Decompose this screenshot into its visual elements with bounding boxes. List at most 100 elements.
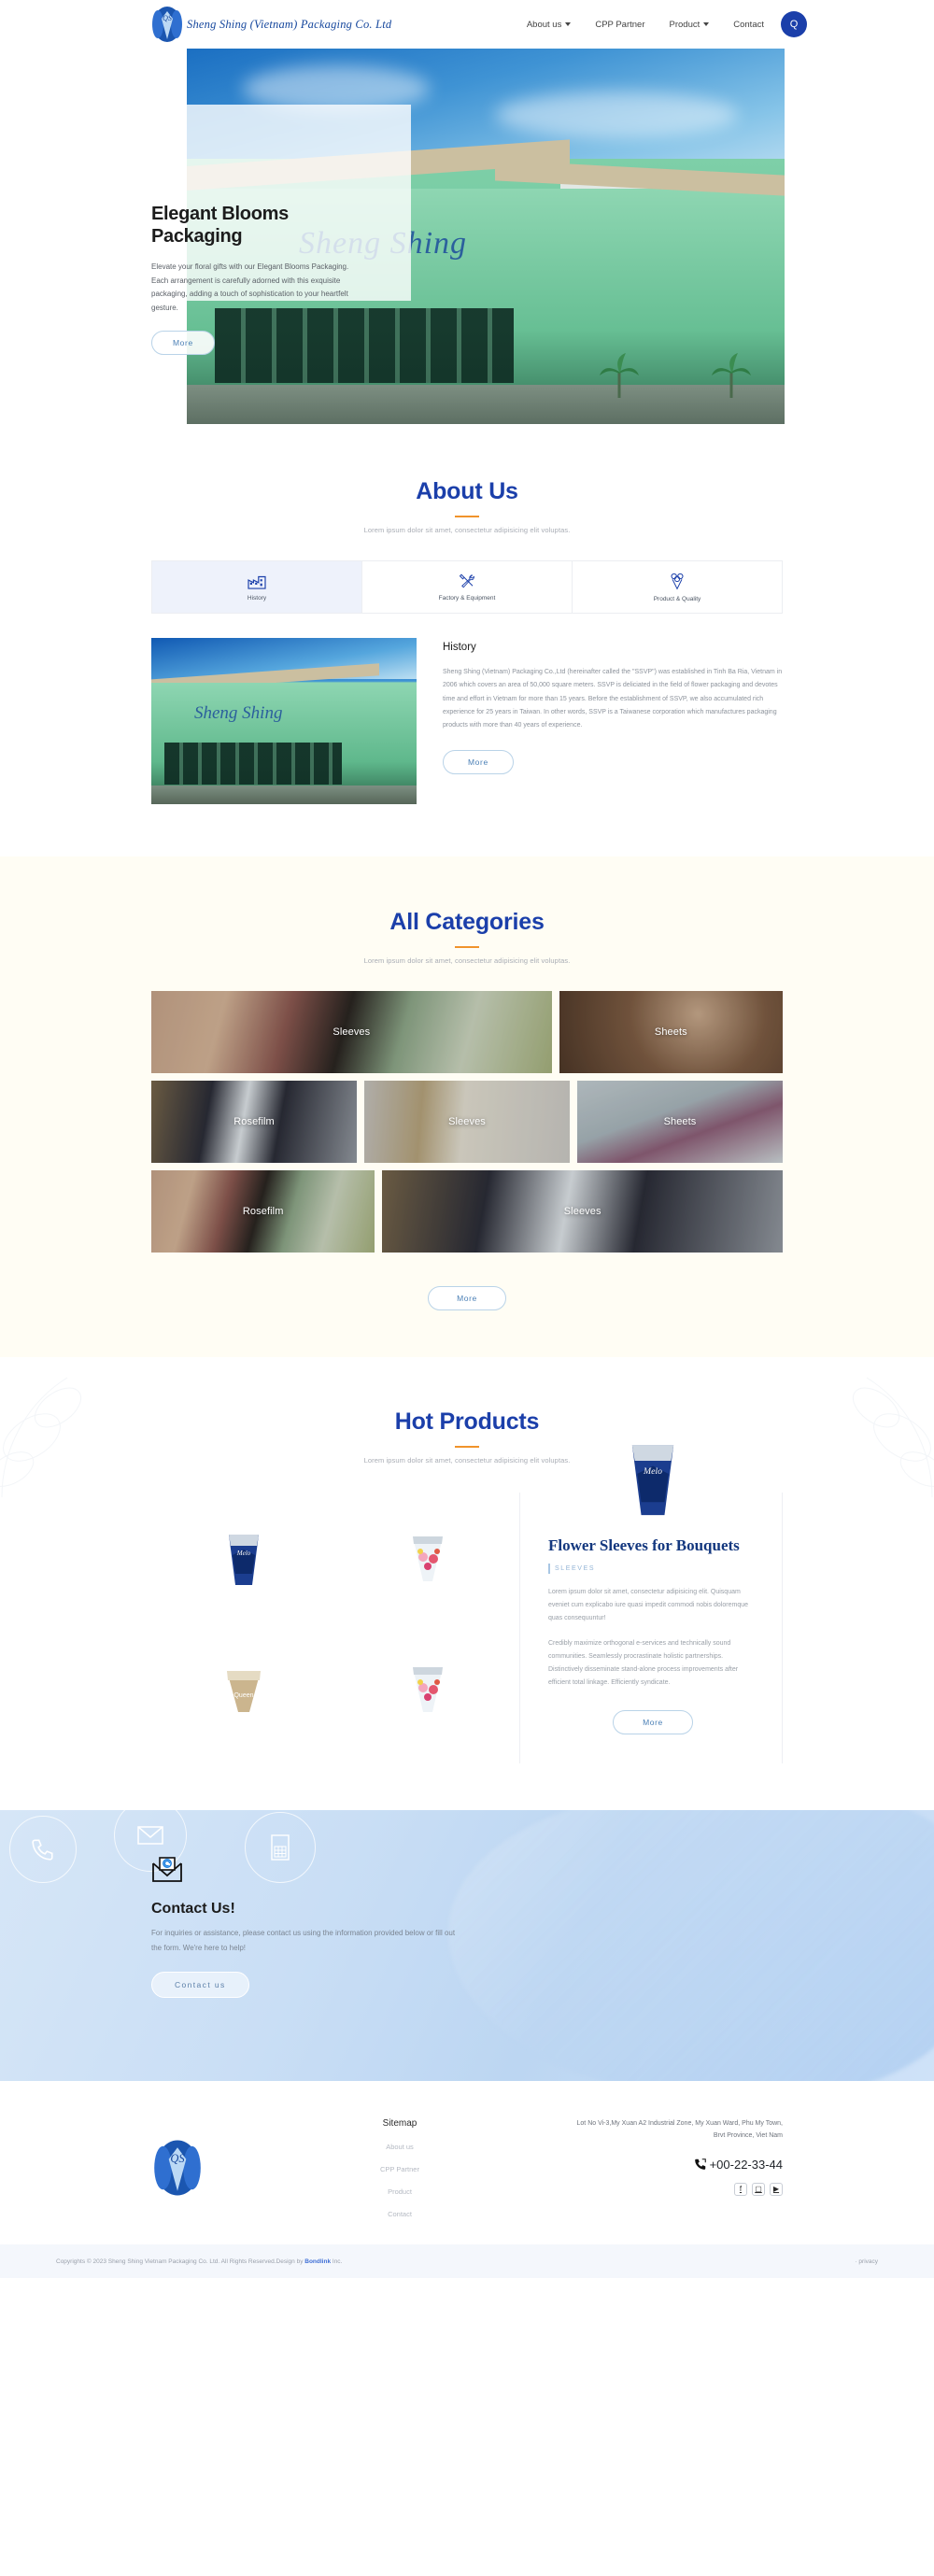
- hero-title-line-2: Packaging: [151, 226, 243, 248]
- product-thumbnail[interactable]: Queen: [219, 1658, 268, 1720]
- categories-section: All Categories Lorem ipsum dolor sit ame…: [0, 856, 934, 1357]
- product-category-tag: SLEEVES: [548, 1564, 757, 1574]
- brand-logo-link[interactable]: QS Sheng Shing (Vietnam) Packaging Co. L…: [151, 6, 391, 43]
- about-tabs: History Factory & Equipment Product & Qu…: [151, 560, 783, 614]
- nav-item-cpp-partner[interactable]: CPP Partner: [595, 20, 644, 30]
- product-paragraph-1: Lorem ipsum dolor sit amet, consectetur …: [548, 1588, 749, 1621]
- footer-social-links: f ▢ ▶: [568, 2182, 783, 2196]
- footer-link-contact[interactable]: Contact: [232, 2210, 568, 2218]
- nav-item-about-us[interactable]: About us: [527, 20, 572, 30]
- category-card[interactable]: Sleeves: [382, 1170, 783, 1253]
- page-root: QS Sheng Shing (Vietnam) Packaging Co. L…: [0, 0, 934, 2278]
- search-icon[interactable]: Q: [781, 11, 807, 37]
- product-hero-image: Melo: [619, 1435, 686, 1521]
- svg-text:Melo: Melo: [643, 1466, 662, 1477]
- category-label: Sheets: [663, 1116, 697, 1127]
- product-more-button[interactable]: More: [613, 1709, 693, 1734]
- hero-description: Elevate your floral gifts with our Elega…: [151, 262, 349, 313]
- nav-item-product[interactable]: Product: [670, 20, 710, 30]
- phone-icon: [32, 1839, 53, 1861]
- hot-product-detail: Melo Flower Sleeves for Bouquets SLEEVES…: [519, 1445, 783, 1763]
- hot-heading-group: Hot Products Lorem ipsum dolor sit amet,…: [0, 1408, 934, 1465]
- category-label: Rosefilm: [234, 1116, 275, 1127]
- hero-cloud: [495, 92, 738, 138]
- copyright-designer-link[interactable]: Bondlink: [304, 2258, 331, 2265]
- chevron-down-icon: [703, 22, 710, 26]
- copyright-suffix: Inc.: [331, 2258, 343, 2265]
- tab-factory-equipment[interactable]: Factory & Equipment: [362, 561, 573, 613]
- photo-windows: [164, 743, 342, 785]
- nav-item-label: Contact: [733, 19, 764, 30]
- youtube-icon[interactable]: ▶: [770, 2182, 783, 2196]
- contact-description: For inquiries or assistance, please cont…: [151, 1929, 456, 1952]
- contact-us-button[interactable]: Contact us: [151, 1972, 249, 1999]
- footer-link-about-us[interactable]: About us: [232, 2143, 568, 2151]
- hero-more-button[interactable]: More: [151, 330, 215, 355]
- categories-row: Sleeves Sheets: [151, 991, 783, 1073]
- tab-product-quality[interactable]: Product & Quality: [573, 561, 782, 613]
- hot-subtitle: Lorem ipsum dolor sit amet, consectetur …: [363, 1456, 571, 1465]
- category-card[interactable]: Rosefilm: [151, 1170, 375, 1253]
- category-card[interactable]: Rosefilm: [151, 1081, 357, 1163]
- footer-link-cpp-partner[interactable]: CPP Partner: [232, 2165, 568, 2173]
- facebook-icon[interactable]: f: [734, 2182, 747, 2196]
- footer-phone-number: +00-22-33-44: [709, 2157, 783, 2172]
- palm-tree-icon: [712, 353, 751, 398]
- category-label: Sleeves: [563, 1206, 601, 1217]
- hot-products-section: Hot Products Lorem ipsum dolor sit amet,…: [0, 1357, 934, 1810]
- phone-ring-decoration: [9, 1816, 77, 1883]
- about-subtitle: Lorem ipsum dolor sit amet, consectetur …: [363, 526, 571, 534]
- category-card[interactable]: Sheets: [559, 991, 783, 1073]
- envelope-at-icon: [152, 1857, 182, 1882]
- about-text-block: History Sheng Shing (Vietnam) Packaging …: [443, 638, 783, 774]
- svg-text:QS: QS: [163, 14, 172, 22]
- copyright-prefix: Copyrights © 2023 Sheng Shing Vietnam Pa…: [56, 2258, 305, 2265]
- title-underline: [455, 1446, 479, 1448]
- category-card[interactable]: Sleeves: [364, 1081, 570, 1163]
- copyright-text: Copyrights © 2023 Sheng Shing Vietnam Pa…: [56, 2258, 342, 2265]
- photo-sign-text: Sheng Shing: [194, 703, 283, 723]
- categories-more-button[interactable]: More: [428, 1286, 506, 1310]
- tools-icon: [459, 573, 474, 588]
- copyright-inner: Copyrights © 2023 Sheng Shing Vietnam Pa…: [56, 2258, 878, 2265]
- product-paragraph-2: Credibly maximize orthogonal e-services …: [548, 1639, 739, 1686]
- chevron-down-icon: [565, 22, 572, 26]
- about-panel-text: Sheng Shing (Vietnam) Packaging Co.,Ltd …: [443, 669, 783, 729]
- tab-history[interactable]: History: [152, 561, 362, 613]
- footer-contact-info: Lot No Vi-3,My Xuan A2 Industrial Zone, …: [568, 2118, 783, 2196]
- categories-row: Rosefilm Sleeves: [151, 1170, 783, 1253]
- instagram-icon[interactable]: ▢: [752, 2182, 765, 2196]
- categories-more-wrap: More: [0, 1271, 934, 1310]
- hot-products-thumbnails: Melo Queen: [151, 1493, 519, 1763]
- category-card[interactable]: Sleeves: [151, 991, 552, 1073]
- footer-address: Lot No Vi-3,My Xuan A2 Industrial Zone, …: [576, 2120, 783, 2139]
- hot-products-body: Melo Queen Melo Flower Sleeves for Bouqu…: [151, 1445, 783, 1763]
- footer-sitemap-heading: Sitemap: [382, 2118, 417, 2129]
- nav-item-label: CPP Partner: [595, 19, 645, 30]
- hero-banner: Sheng Shing Elegant Blooms Packaging: [0, 49, 934, 424]
- footer-content: QS Sitemap About us CPP Partner Product …: [151, 2118, 783, 2218]
- category-card[interactable]: Sheets: [577, 1081, 783, 1163]
- product-thumbnail[interactable]: [403, 1658, 452, 1720]
- product-thumbnail[interactable]: [403, 1527, 452, 1589]
- phone-icon: [694, 2158, 706, 2171]
- site-footer: QS Sitemap About us CPP Partner Product …: [0, 2081, 934, 2244]
- product-thumbnail[interactable]: Melo: [219, 1527, 268, 1589]
- about-more-button[interactable]: More: [443, 749, 514, 774]
- about-section: About Us Lorem ipsum dolor sit amet, con…: [0, 424, 934, 856]
- privacy-link[interactable]: · privacy: [855, 2258, 878, 2265]
- footer-phone[interactable]: +00-22-33-44: [568, 2158, 783, 2172]
- nav-item-label: Product: [669, 19, 700, 30]
- categories-row: Rosefilm Sleeves Sheets: [151, 1081, 783, 1163]
- copyright-bar: Copyrights © 2023 Sheng Shing Vietnam Pa…: [0, 2244, 934, 2278]
- nav-item-contact[interactable]: Contact: [733, 20, 764, 30]
- bouquet-icon: [671, 573, 684, 590]
- title-underline: [455, 946, 479, 948]
- svg-text:QS: QS: [170, 2152, 184, 2165]
- footer-logo[interactable]: QS: [151, 2118, 232, 2201]
- footer-link-product[interactable]: Product: [232, 2187, 568, 2196]
- contact-content: Contact Us! For inquiries or assistance,…: [151, 1810, 783, 1999]
- hero-content: Elegant Blooms Packaging Elevate your fl…: [151, 203, 399, 355]
- product-title: Flower Sleeves for Bouquets: [548, 1536, 740, 1554]
- contact-title: Contact Us!: [151, 1901, 235, 1917]
